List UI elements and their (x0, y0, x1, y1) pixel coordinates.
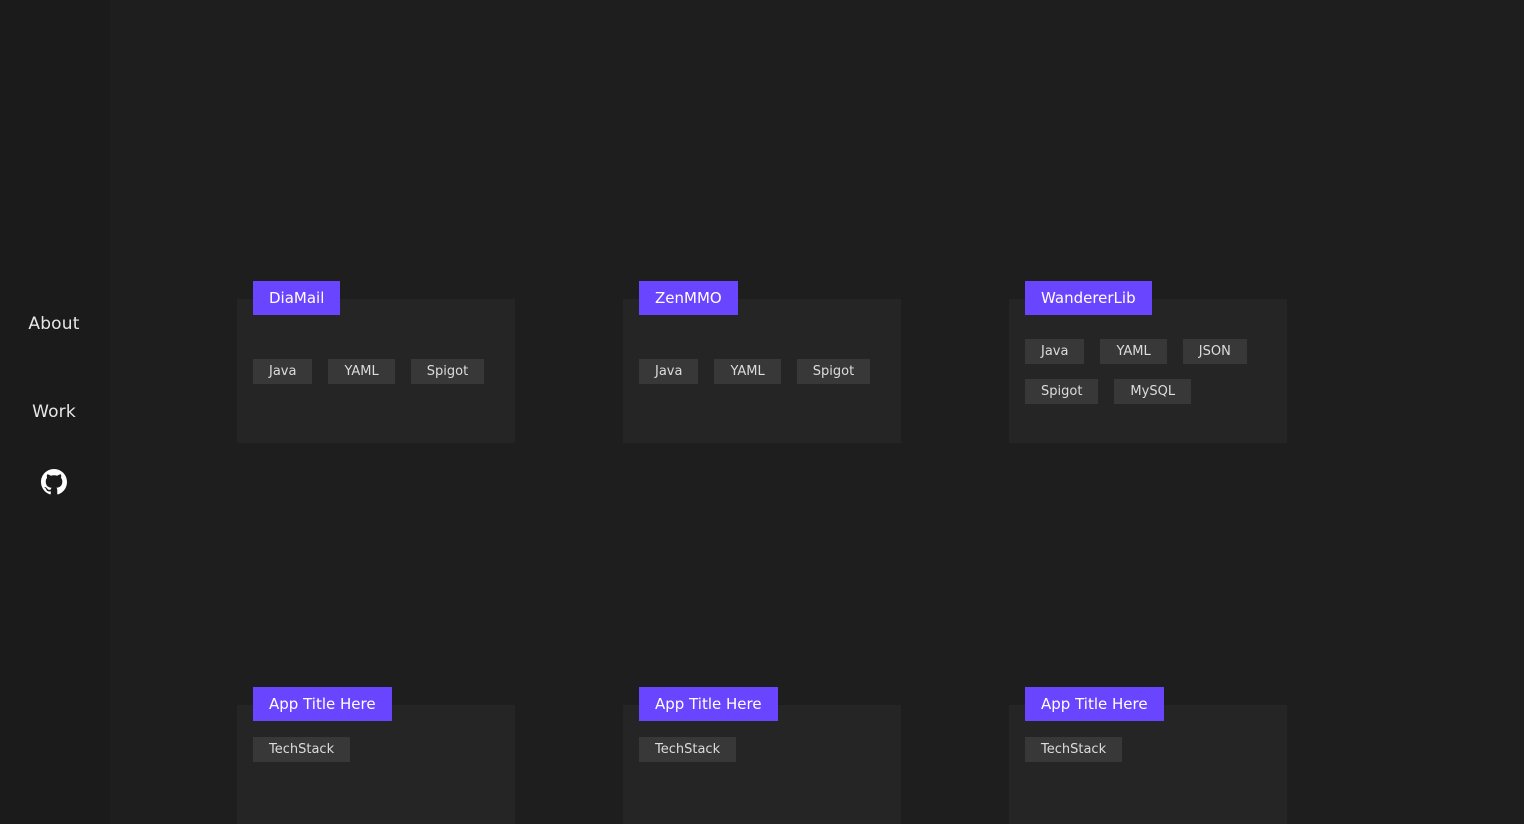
project-title[interactable]: App Title Here (253, 687, 392, 721)
tech-tag: YAML (714, 359, 781, 384)
tech-tags: TechStack (253, 737, 499, 762)
project-title[interactable]: DiaMail (253, 281, 341, 315)
nav-about-link[interactable]: About (0, 314, 108, 334)
tech-tag: Spigot (410, 359, 485, 384)
tech-tag: Java (639, 359, 699, 384)
tech-tag: Spigot (1025, 379, 1099, 404)
tech-tag: MySQL (1114, 379, 1192, 404)
project-title[interactable]: App Title Here (1025, 687, 1164, 721)
project-title[interactable]: WandererLib (1025, 281, 1152, 315)
nav-work-link[interactable]: Work (0, 402, 108, 422)
tech-tag: Java (1025, 339, 1085, 364)
tech-tag: Spigot (796, 359, 871, 384)
sidebar: About Work (0, 0, 110, 824)
tech-tags: TechStack (1025, 737, 1271, 762)
tech-tags: Java YAML JSON Spigot MySQL (1025, 339, 1271, 404)
project-card-placeholder: App Title Here TechStack (623, 687, 901, 824)
project-card-placeholder: App Title Here TechStack (237, 687, 515, 824)
tech-tag: TechStack (253, 737, 351, 762)
tech-tag: JSON (1182, 339, 1247, 364)
github-icon[interactable] (41, 469, 67, 495)
tech-tag: YAML (328, 359, 395, 384)
project-title[interactable]: App Title Here (639, 687, 778, 721)
tech-tags: Java YAML Spigot (639, 359, 885, 384)
project-card-diamail: DiaMail Java YAML Spigot (237, 281, 515, 443)
project-card-wandererlib: WandererLib Java YAML JSON Spigot MySQL (1009, 281, 1287, 443)
project-card-zenmmo: ZenMMO Java YAML Spigot (623, 281, 901, 443)
project-card-placeholder: App Title Here TechStack (1009, 687, 1287, 824)
tech-tag: YAML (1100, 339, 1167, 364)
tech-tag: TechStack (1025, 737, 1123, 762)
tech-tags: Java YAML Spigot (253, 359, 499, 384)
tech-tags: TechStack (639, 737, 885, 762)
tech-tag: TechStack (639, 737, 737, 762)
tech-tag: Java (253, 359, 313, 384)
project-title[interactable]: ZenMMO (639, 281, 738, 315)
